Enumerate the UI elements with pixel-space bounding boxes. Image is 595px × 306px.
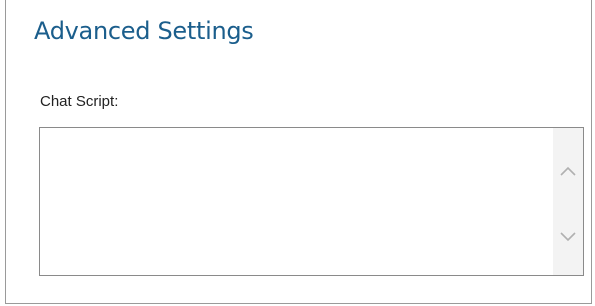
- advanced-settings-panel: Advanced Settings Chat Script:: [5, 0, 592, 304]
- scroll-down-button[interactable]: [553, 222, 583, 252]
- chat-script-label: Chat Script:: [40, 93, 119, 110]
- section-title: Advanced Settings: [34, 17, 254, 45]
- vertical-scrollbar[interactable]: [553, 128, 583, 275]
- chevron-down-icon: [560, 232, 576, 242]
- chat-script-textarea[interactable]: [40, 128, 553, 275]
- chevron-up-icon: [560, 166, 576, 176]
- scroll-up-button[interactable]: [553, 156, 583, 186]
- chat-script-field[interactable]: [39, 127, 584, 276]
